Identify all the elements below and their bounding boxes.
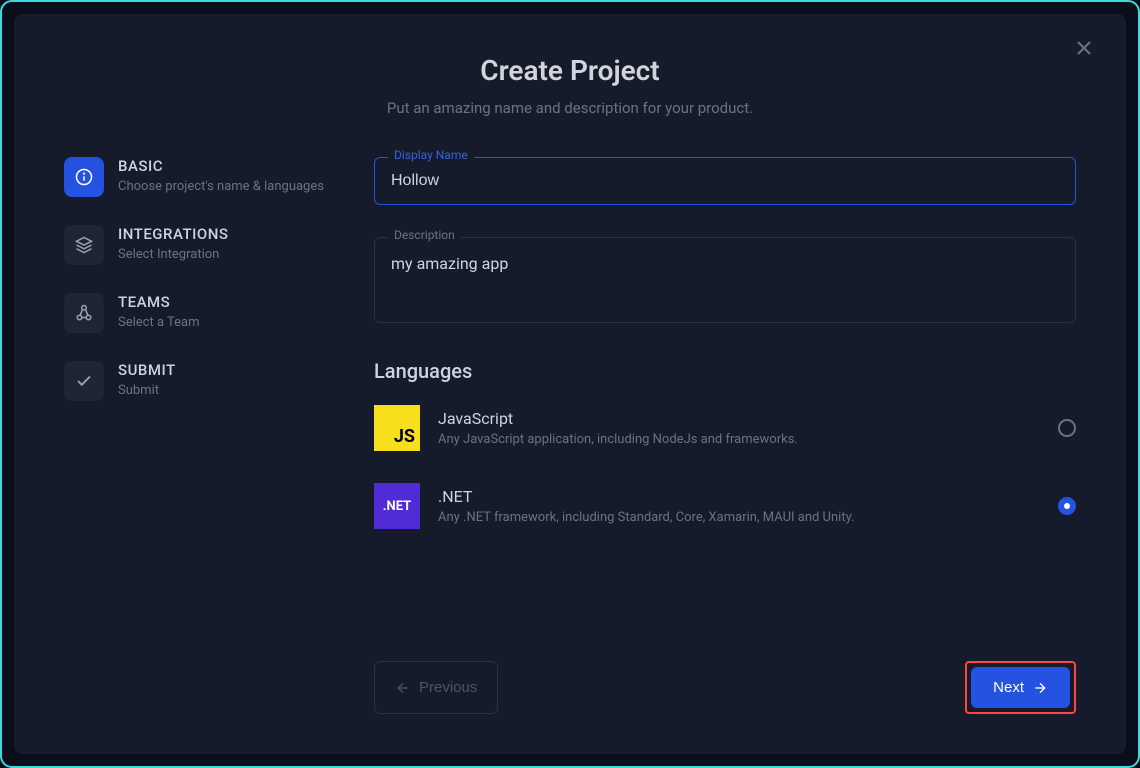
close-icon	[1076, 40, 1092, 56]
info-icon	[64, 157, 104, 197]
next-button[interactable]: Next	[971, 667, 1070, 708]
next-highlight: Next	[965, 661, 1076, 714]
step-desc: Submit	[118, 383, 176, 398]
layers-icon	[64, 225, 104, 265]
display-name-input[interactable]	[374, 157, 1076, 205]
language-option-javascript[interactable]: JS JavaScript Any JavaScript application…	[374, 405, 1076, 451]
step-submit[interactable]: SUBMIT Submit	[64, 361, 354, 401]
dotnet-icon: .NET	[374, 483, 420, 529]
modal-header: Create Project Put an amazing name and d…	[64, 54, 1076, 117]
step-desc: Choose project's name & languages	[118, 179, 324, 194]
check-icon	[64, 361, 104, 401]
step-title: SUBMIT	[118, 361, 176, 379]
step-title: INTEGRATIONS	[118, 225, 228, 243]
display-name-label: Display Name	[388, 148, 474, 162]
step-desc: Select a Team	[118, 315, 200, 330]
language-name: .NET	[438, 487, 1058, 506]
description-input[interactable]	[374, 237, 1076, 323]
step-integrations[interactable]: INTEGRATIONS Select Integration	[64, 225, 354, 265]
form-main: Display Name Description Languages JS Ja…	[374, 157, 1076, 714]
create-project-modal: Create Project Put an amazing name and d…	[14, 14, 1126, 754]
radio-selected[interactable]	[1058, 497, 1076, 515]
javascript-icon: JS	[374, 405, 420, 451]
arrow-left-icon	[395, 680, 411, 696]
language-desc: Any .NET framework, including Standard, …	[438, 510, 1058, 525]
steps-sidebar: BASIC Choose project's name & languages …	[64, 157, 374, 714]
description-group: Description	[374, 237, 1076, 327]
step-teams[interactable]: TEAMS Select a Team	[64, 293, 354, 333]
next-label: Next	[993, 679, 1024, 696]
arrow-right-icon	[1032, 680, 1048, 696]
modal-subtitle: Put an amazing name and description for …	[64, 99, 1076, 117]
step-basic[interactable]: BASIC Choose project's name & languages	[64, 157, 354, 197]
description-label: Description	[388, 228, 461, 242]
previous-button[interactable]: Previous	[374, 661, 498, 714]
radio-unselected[interactable]	[1058, 419, 1076, 437]
close-button[interactable]	[1072, 36, 1096, 60]
nodes-icon	[64, 293, 104, 333]
modal-title: Create Project	[64, 54, 1076, 87]
languages-heading: Languages	[374, 359, 1076, 383]
modal-footer: Previous Next	[374, 641, 1076, 714]
display-name-group: Display Name	[374, 157, 1076, 205]
step-title: BASIC	[118, 157, 324, 175]
previous-label: Previous	[419, 679, 477, 696]
step-title: TEAMS	[118, 293, 200, 311]
language-option-dotnet[interactable]: .NET .NET Any .NET framework, including …	[374, 483, 1076, 529]
language-name: JavaScript	[438, 409, 1058, 428]
step-desc: Select Integration	[118, 247, 228, 262]
language-desc: Any JavaScript application, including No…	[438, 432, 1058, 447]
